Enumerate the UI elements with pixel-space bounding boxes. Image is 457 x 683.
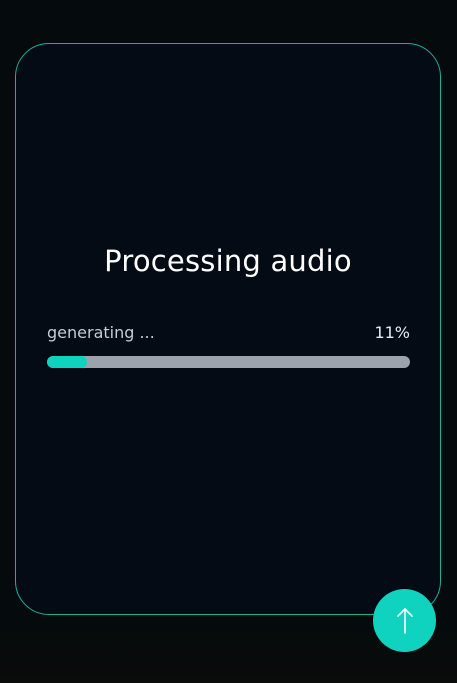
progress-bar (47, 356, 410, 368)
progress-status-row: generating ... 11% (47, 321, 410, 345)
progress-percent: 11% (374, 323, 410, 342)
progress-status-text: generating ... (47, 323, 155, 342)
scroll-to-top-button[interactable] (373, 589, 436, 652)
progress-bar-fill (47, 356, 87, 368)
page: Processing audio generating ... 11% (0, 0, 457, 683)
arrow-up-icon (394, 606, 416, 636)
processing-title: Processing audio (104, 244, 352, 278)
processing-card: Processing audio generating ... 11% (15, 43, 441, 615)
